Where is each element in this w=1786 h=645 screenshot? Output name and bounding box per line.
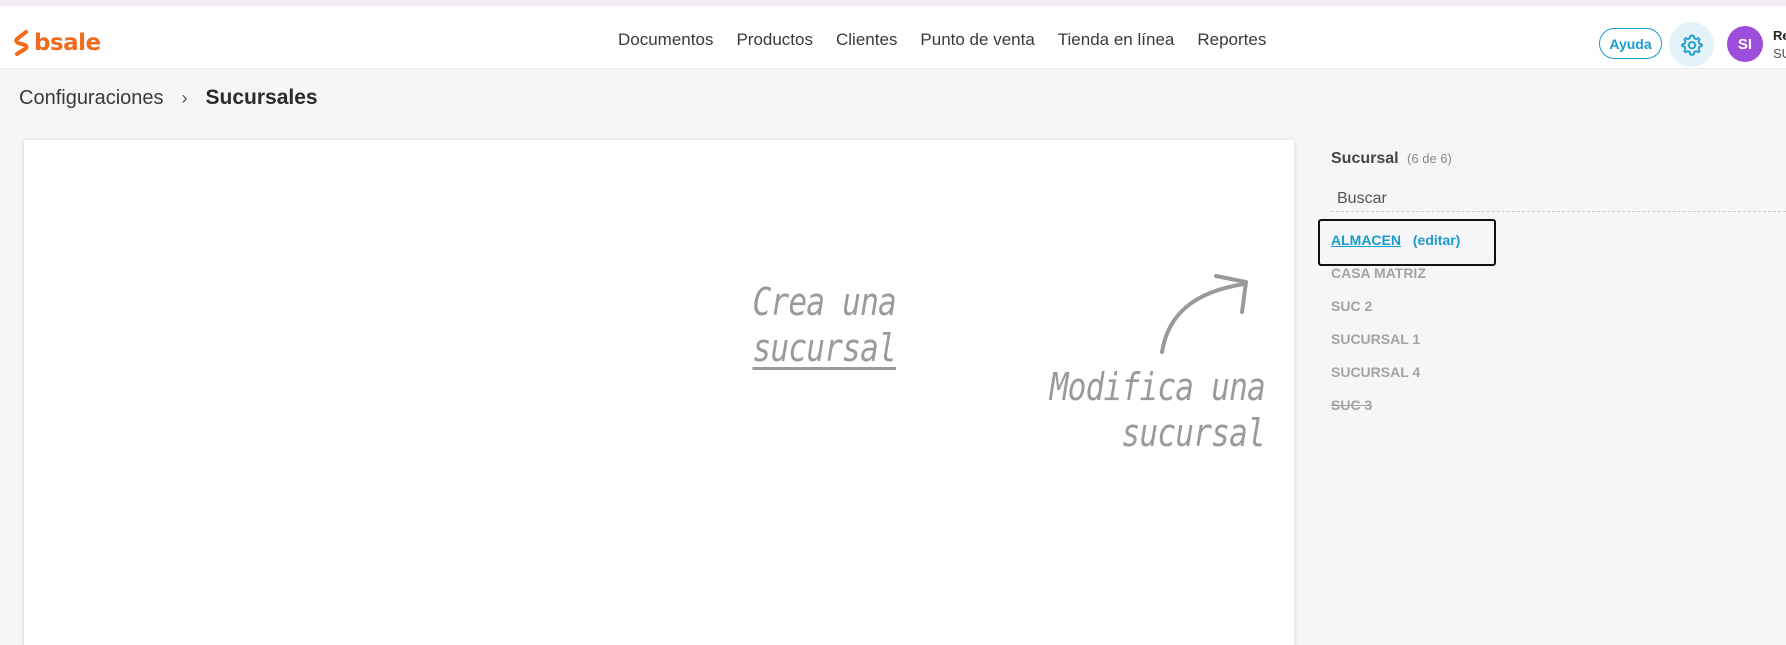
branch-search-input[interactable] — [1331, 186, 1786, 212]
logo-text: bsale — [34, 30, 101, 56]
modify-hint-line1: Modifica una — [1049, 365, 1266, 409]
branch-name: SUC 3 — [1331, 397, 1373, 413]
settings-button[interactable] — [1669, 22, 1714, 67]
branch-item-almacen[interactable]: ALMACEN (editar) — [1331, 230, 1460, 263]
branch-item-casa-matriz[interactable]: CASA MATRIZ — [1331, 263, 1460, 296]
help-button[interactable]: Ayuda — [1599, 28, 1662, 59]
branch-name: SUC 2 — [1331, 298, 1373, 314]
main-panel: Crea una sucursal Modifica una sucursal — [24, 140, 1294, 645]
sidebar-title: Sucursal (6 de 6) — [1331, 150, 1452, 168]
page-title: Sucursales — [205, 86, 318, 109]
modify-hint-line2: sucursal — [1121, 411, 1265, 455]
branch-item-sucursal-1[interactable]: SUCURSAL 1 — [1331, 329, 1460, 362]
sidebar-title-text: Sucursal — [1331, 150, 1399, 167]
gear-icon — [1680, 34, 1703, 56]
user-name: Re — [1773, 28, 1786, 43]
top-bar: bsale Documentos Productos Clientes Punt… — [0, 0, 1786, 69]
branch-name: CASA MATRIZ — [1331, 265, 1426, 281]
branch-name: SUCURSAL 1 — [1331, 331, 1421, 347]
nav-reportes[interactable]: Reportes — [1197, 30, 1266, 50]
breadcrumb-configuraciones[interactable]: Configuraciones — [19, 87, 164, 110]
branch-item-suc-2[interactable]: SUC 2 — [1331, 296, 1460, 329]
edit-branch-link[interactable]: (editar) — [1413, 232, 1460, 248]
branch-item-suc-3[interactable]: SUC 3 — [1331, 395, 1460, 428]
create-hint-link[interactable]: sucursal — [673, 326, 896, 370]
chevron-right-icon: › — [181, 87, 188, 108]
branch-name: SUCURSAL 4 — [1331, 364, 1421, 380]
nav-clientes[interactable]: Clientes — [836, 30, 897, 50]
bsale-logo[interactable]: bsale — [14, 28, 101, 58]
nav-documentos[interactable]: Documentos — [618, 30, 713, 50]
nav-punto-de-venta[interactable]: Punto de venta — [920, 30, 1034, 50]
create-hint-line1: Crea una — [752, 280, 896, 324]
curved-arrow-icon — [1160, 274, 1248, 354]
bsale-logo-icon — [14, 30, 29, 56]
breadcrumb: Configuraciones › Sucursales — [19, 86, 318, 110]
nav-productos[interactable]: Productos — [736, 30, 813, 50]
branch-count: (6 de 6) — [1407, 151, 1452, 166]
nav-tienda-en-linea[interactable]: Tienda en línea — [1058, 30, 1175, 50]
branch-item-sucursal-4[interactable]: SUCURSAL 4 — [1331, 362, 1460, 395]
branch-list: ALMACEN (editar) CASA MATRIZ SUC 2 SUCUR… — [1331, 230, 1460, 428]
main-nav: Documentos Productos Clientes Punto de v… — [618, 30, 1289, 50]
user-subtitle: SU — [1773, 46, 1786, 61]
branch-name[interactable]: ALMACEN — [1331, 232, 1401, 248]
avatar[interactable]: SI — [1727, 26, 1763, 62]
